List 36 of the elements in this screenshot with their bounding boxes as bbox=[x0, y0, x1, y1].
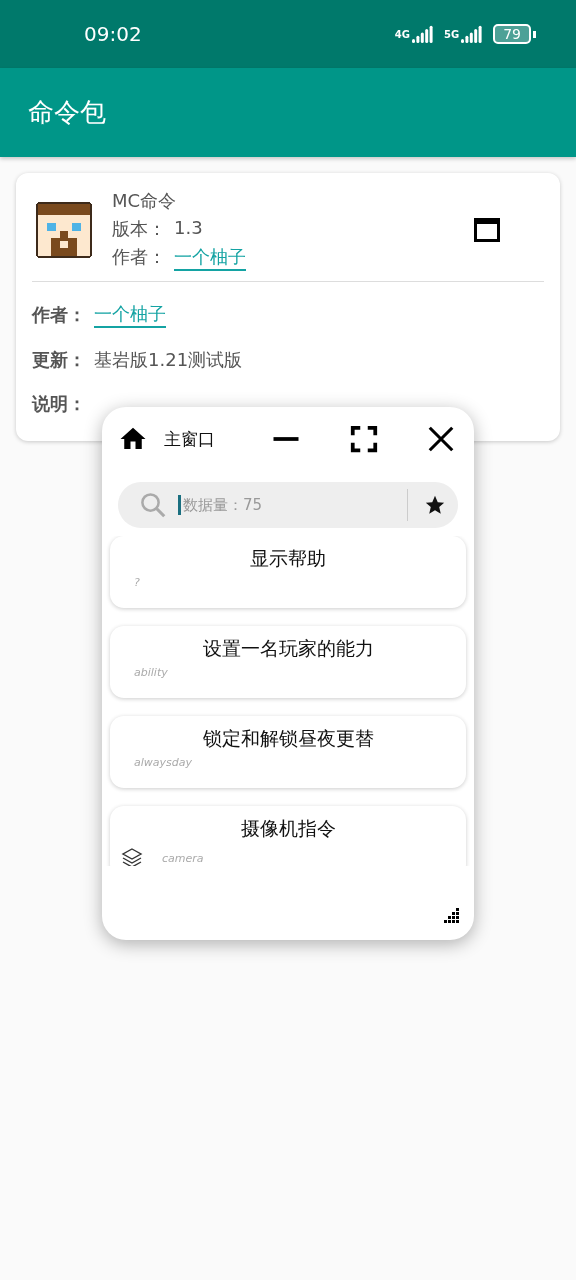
command-item[interactable]: 锁定和解锁昼夜更替 alwaysday bbox=[110, 716, 466, 788]
command-title: 设置一名玩家的能力 bbox=[202, 636, 374, 661]
command-item[interactable]: 摄像机指令 camera bbox=[110, 806, 466, 866]
search-icon bbox=[138, 490, 168, 520]
battery-level: 79 bbox=[493, 24, 531, 44]
command-name: camera bbox=[162, 851, 204, 865]
command-title: 显示帮助 bbox=[250, 546, 326, 571]
close-icon[interactable] bbox=[426, 424, 456, 454]
signal-icon bbox=[461, 25, 484, 43]
detail-label: 说明： bbox=[32, 392, 86, 416]
version-label: 版本： bbox=[112, 217, 166, 241]
pixel-face-icon bbox=[36, 202, 92, 258]
fullscreen-icon[interactable] bbox=[348, 424, 379, 454]
command-title: 摄像机指令 bbox=[240, 816, 336, 841]
search-field[interactable]: 数据量：75 bbox=[118, 482, 458, 528]
star-icon[interactable] bbox=[424, 494, 446, 516]
status-time: 09:02 bbox=[84, 22, 143, 46]
window-icon[interactable] bbox=[474, 218, 500, 242]
command-name: alwaysday bbox=[134, 756, 192, 769]
detail-value: 基岩版1.21测试版 bbox=[94, 348, 243, 372]
network-label: 5G bbox=[444, 28, 460, 40]
signal-icon bbox=[412, 25, 434, 43]
network-label: 4G bbox=[394, 28, 410, 40]
command-item[interactable]: 设置一名玩家的能力 ability bbox=[110, 626, 466, 698]
detail-label: 作者： bbox=[32, 303, 86, 327]
command-item[interactable]: 显示帮助 ? bbox=[110, 536, 466, 608]
resize-handle-icon[interactable] bbox=[442, 906, 460, 924]
detail-label: 更新： bbox=[32, 348, 86, 372]
command-title: 锁定和解锁昼夜更替 bbox=[202, 726, 374, 751]
command-name: ? bbox=[134, 576, 140, 589]
author-label: 作者： bbox=[112, 245, 166, 269]
app-title: 命令包 bbox=[28, 96, 106, 129]
version-value: 1.3 bbox=[174, 217, 203, 240]
search-input[interactable]: 数据量：75 bbox=[178, 495, 401, 515]
command-name: ability bbox=[134, 666, 168, 679]
pack-name: MC命令 bbox=[112, 189, 178, 213]
